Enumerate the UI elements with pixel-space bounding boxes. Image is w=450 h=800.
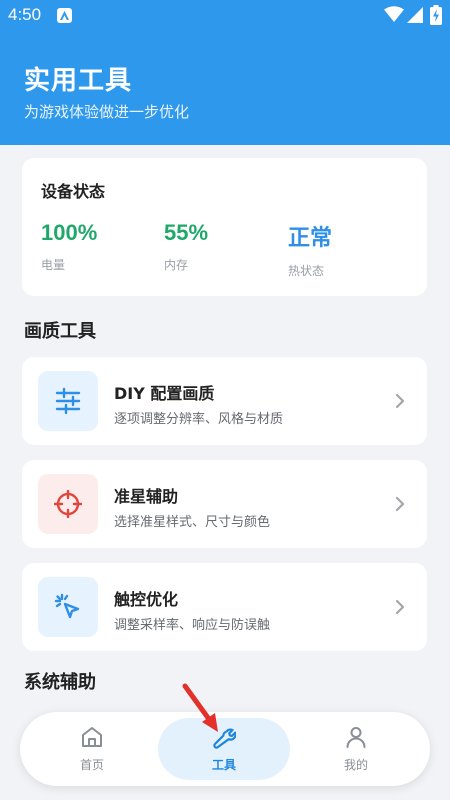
thermal-label: 热状态: [288, 264, 325, 278]
tool-icon-container: [38, 577, 98, 637]
battery-value: 100%: [41, 220, 98, 245]
tool-card-diy-graphics[interactable]: DIY 配置画质 逐项调整分辨率、风格与材质: [22, 357, 427, 445]
memory-label: 内存: [164, 258, 189, 272]
status-bar: 4:50: [0, 0, 450, 32]
battery-stat: 100% 电量: [41, 220, 97, 273]
thermal-stat: 正常 热状态: [288, 220, 332, 279]
tool-desc: 逐项调整分辨率、风格与材质: [114, 412, 284, 427]
device-status-title: 设备状态: [41, 182, 106, 201]
app-notification-icon: [57, 8, 72, 23]
battery-charging-icon: [430, 5, 442, 25]
nav-item-home[interactable]: 首页: [26, 712, 158, 786]
annotation-arrow-icon: [182, 683, 218, 732]
tool-title: 触控优化: [114, 590, 179, 609]
thermal-value: 正常: [288, 225, 333, 250]
page-subtitle: 为游戏体验做进一步优化: [24, 103, 190, 121]
status-time: 4:50: [8, 5, 42, 24]
tool-icon-container: [38, 474, 98, 534]
home-icon: [82, 727, 102, 747]
section-title-system: 系统辅助: [24, 672, 96, 693]
chevron-right-icon: [395, 393, 405, 409]
header: 4:50 实用工具 为游戏体验做进一步优化: [0, 0, 450, 145]
sliders-icon: [55, 387, 81, 415]
tool-title: DIY 配置画质: [114, 384, 215, 403]
tool-icon-container: [38, 371, 98, 431]
battery-label: 电量: [41, 258, 66, 272]
tool-title: 准星辅助: [114, 487, 179, 506]
page-title: 实用工具: [24, 66, 133, 96]
memory-stat: 55% 内存: [164, 220, 208, 273]
memory-value: 55%: [164, 220, 209, 245]
chevron-right-icon: [395, 496, 405, 512]
chevron-right-icon: [395, 599, 405, 615]
tool-desc: 调整采样率、响应与防误触: [114, 618, 271, 633]
signal-icon: [407, 7, 423, 23]
device-status-card: 设备状态 100% 电量 55% 内存 正常 热状态: [22, 158, 427, 296]
nav-label: 工具: [211, 758, 236, 772]
section-title-graphics: 画质工具: [24, 321, 96, 342]
person-icon: [346, 727, 366, 748]
tool-card-crosshair[interactable]: 准星辅助 选择准星样式、尺寸与颜色: [22, 460, 427, 548]
touch-pointer-icon: [54, 593, 80, 619]
tool-card-touch[interactable]: 触控优化 调整采样率、响应与防误触: [22, 563, 427, 651]
wifi-icon: [384, 6, 404, 22]
nav-item-profile[interactable]: 我的: [290, 712, 422, 786]
nav-label: 我的: [343, 758, 368, 772]
nav-label: 首页: [79, 758, 104, 772]
tool-desc: 选择准星样式、尺寸与颜色: [114, 515, 271, 530]
crosshair-icon: [54, 490, 82, 518]
